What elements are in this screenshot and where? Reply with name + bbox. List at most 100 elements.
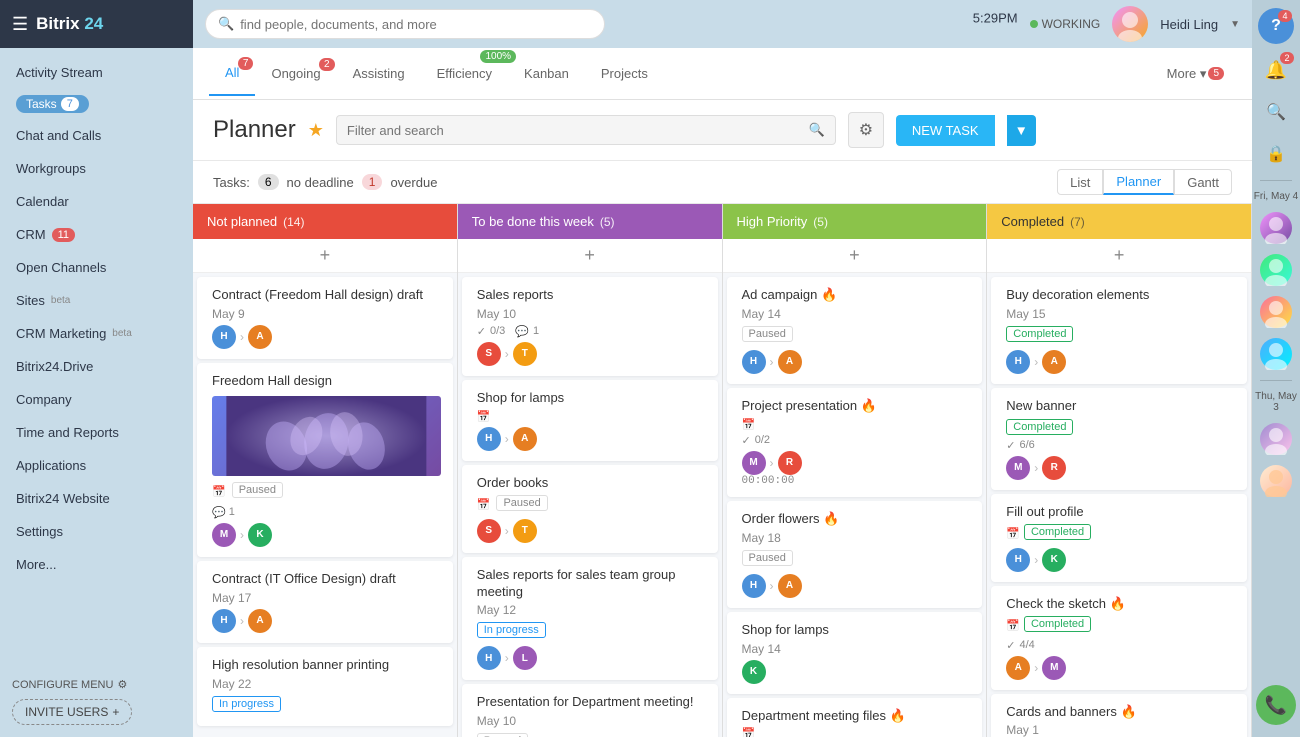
tab-projects[interactable]: Projects xyxy=(585,52,664,95)
notifications-button[interactable]: 🔔 2 xyxy=(1256,50,1296,90)
tab-assisting[interactable]: Assisting xyxy=(337,52,421,95)
sidebar: ☰ Bitrix 24 Activity Stream Tasks 7 Chat… xyxy=(0,0,193,737)
task-card[interactable]: Contract (IT Office Design) draft May 17… xyxy=(197,561,453,643)
tab-more[interactable]: More ▾ 5 xyxy=(1155,60,1236,88)
sidebar-item-settings[interactable]: Settings xyxy=(0,515,193,548)
contact-avatar[interactable] xyxy=(1256,461,1296,501)
task-title: New banner xyxy=(1006,398,1235,415)
task-title: Sales reports xyxy=(477,287,706,304)
sidebar-item-crmmarketing[interactable]: CRM Marketing beta xyxy=(0,317,193,350)
new-task-dropdown-button[interactable]: ▼ xyxy=(1007,115,1036,146)
task-card[interactable]: Check the sketch 🔥 📅 Completed ✓ 4/4 A › xyxy=(991,586,1247,690)
hamburger-icon[interactable]: ☰ xyxy=(12,14,28,35)
add-card-completed[interactable]: + xyxy=(987,239,1251,273)
checklist-icon: ✓ xyxy=(742,434,751,447)
task-image xyxy=(212,396,441,476)
filter-input[interactable] xyxy=(347,123,803,138)
avatar: H xyxy=(742,574,766,598)
task-card[interactable]: Buy decoration elements May 15 Completed… xyxy=(991,277,1247,384)
sidebar-item-applications[interactable]: Applications xyxy=(0,449,193,482)
settings-button[interactable]: ⚙ xyxy=(848,112,884,148)
task-card[interactable]: Contract (Freedom Hall design) draft May… xyxy=(197,277,453,359)
avatar: K xyxy=(248,523,272,547)
col-header-not-planned: Not planned (14) xyxy=(193,204,457,239)
lock-button[interactable]: 🔒 xyxy=(1256,134,1296,174)
task-title: Presentation for Department meeting! xyxy=(477,694,706,711)
task-card[interactable]: Sales reports May 10 ✓ 0/3 💬 1 S › T xyxy=(462,277,718,376)
add-card-this-week[interactable]: + xyxy=(458,239,722,273)
sidebar-item-calendar[interactable]: Calendar xyxy=(0,185,193,218)
checklist-icon: ✓ xyxy=(1006,439,1015,452)
sidebar-item-openchannels[interactable]: Open Channels xyxy=(0,251,193,284)
help-button[interactable]: ? 4 xyxy=(1258,8,1294,44)
task-status-badge: Paused xyxy=(477,733,528,737)
task-card[interactable]: Sales reports for sales team group meeti… xyxy=(462,557,718,681)
task-card[interactable]: Shop for lamps 📅 H › A xyxy=(462,380,718,461)
task-card[interactable]: Ad campaign 🔥 May 14 Paused H › A xyxy=(727,277,983,384)
new-task-button[interactable]: NEW TASK xyxy=(896,115,995,146)
tab-ongoing[interactable]: Ongoing 2 xyxy=(255,52,336,95)
calendar-icon: 📅 xyxy=(477,410,491,423)
sidebar-item-workgroups[interactable]: Workgroups xyxy=(0,152,193,185)
sidebar-item-timereports[interactable]: Time and Reports xyxy=(0,416,193,449)
sidebar-item-crm[interactable]: CRM 11 xyxy=(0,218,193,251)
task-card[interactable]: Shop for lamps May 14 K xyxy=(727,612,983,694)
tab-kanban[interactable]: Kanban xyxy=(508,52,585,95)
avatar: A xyxy=(778,574,802,598)
plus-icon: + xyxy=(112,705,119,719)
sidebar-item-b24website[interactable]: Bitrix24 Website xyxy=(0,482,193,515)
contact-avatar[interactable] xyxy=(1256,334,1296,374)
contact-avatar[interactable] xyxy=(1256,419,1296,459)
contact-avatar[interactable] xyxy=(1256,208,1296,248)
task-card[interactable]: Cards and banners 🔥 May 1 Completed H › … xyxy=(991,694,1247,737)
sidebar-item-tasks[interactable]: Tasks 7 xyxy=(0,89,193,119)
task-card[interactable]: Fill out profile 📅 Completed H › K xyxy=(991,494,1247,582)
gantt-view-button[interactable]: Gantt xyxy=(1174,169,1232,195)
sidebar-item-company[interactable]: Company xyxy=(0,383,193,416)
cards-this-week: Sales reports May 10 ✓ 0/3 💬 1 S › T xyxy=(458,273,722,737)
contact-avatar[interactable] xyxy=(1256,250,1296,290)
planner-view-button[interactable]: Planner xyxy=(1103,169,1174,195)
sidebar-item-activity[interactable]: Activity Stream xyxy=(0,56,193,89)
search-bar[interactable]: 🔍 xyxy=(205,9,605,39)
sidebar-item-drive[interactable]: Bitrix24.Drive xyxy=(0,350,193,383)
task-card[interactable]: High resolution banner printing May 22 I… xyxy=(197,647,453,726)
task-date: May 15 xyxy=(1006,307,1235,321)
kanban-board: Not planned (14) + Contract (Freedom Hal… xyxy=(193,204,1252,737)
add-card-not-planned[interactable]: + xyxy=(193,239,457,273)
search-input[interactable] xyxy=(240,17,592,32)
task-card[interactable]: Department meeting files 🔥 📅 S › T xyxy=(727,698,983,737)
task-card[interactable]: Order flowers 🔥 May 18 Paused H › A xyxy=(727,501,983,608)
tab-efficiency[interactable]: Efficiency 100% xyxy=(421,52,508,95)
task-card[interactable]: Freedom Hall design xyxy=(197,363,453,557)
contact-avatar[interactable] xyxy=(1256,292,1296,332)
invite-users-button[interactable]: INVITE USERS + xyxy=(12,699,132,725)
avatar: H xyxy=(212,609,236,633)
tab-all[interactable]: All 7 xyxy=(209,51,255,96)
list-view-button[interactable]: List xyxy=(1057,169,1103,195)
brand-logo: Bitrix 24 xyxy=(36,14,103,34)
user-avatar[interactable] xyxy=(1112,6,1148,42)
sidebar-item-more[interactable]: More... xyxy=(0,548,193,581)
search-button[interactable]: 🔍 xyxy=(1256,92,1296,132)
task-avatars: H › A xyxy=(212,325,441,349)
task-card[interactable]: Project presentation 🔥 📅 ✓ 0/2 M › R xyxy=(727,388,983,497)
add-card-high-priority[interactable]: + xyxy=(723,239,987,273)
favorite-star-icon[interactable]: ★ xyxy=(308,120,324,141)
overdue-label: overdue xyxy=(390,175,437,190)
configure-menu[interactable]: CONFIGURE MENU ⚙ xyxy=(12,678,181,691)
user-name: Heidi Ling xyxy=(1160,17,1218,32)
sidebar-item-chat[interactable]: Chat and Calls xyxy=(0,119,193,152)
task-title: Cards and banners 🔥 xyxy=(1006,704,1235,721)
task-avatars: H › L xyxy=(477,646,706,670)
avatar: M xyxy=(1042,656,1066,680)
user-dropdown-icon[interactable]: ▼ xyxy=(1230,19,1240,30)
task-card[interactable]: Presentation for Department meeting! May… xyxy=(462,684,718,737)
cards-completed: Buy decoration elements May 15 Completed… xyxy=(987,273,1251,737)
task-title: Sales reports for sales team group meeti… xyxy=(477,567,706,601)
task-card[interactable]: Order books 📅 Paused S › T xyxy=(462,465,718,553)
sidebar-item-sites[interactable]: Sites beta xyxy=(0,284,193,317)
filter-search-bar[interactable]: 🔍 xyxy=(336,115,836,145)
task-card[interactable]: New banner Completed ✓ 6/6 M › R xyxy=(991,388,1247,490)
phone-call-button[interactable]: 📞 xyxy=(1248,677,1300,733)
